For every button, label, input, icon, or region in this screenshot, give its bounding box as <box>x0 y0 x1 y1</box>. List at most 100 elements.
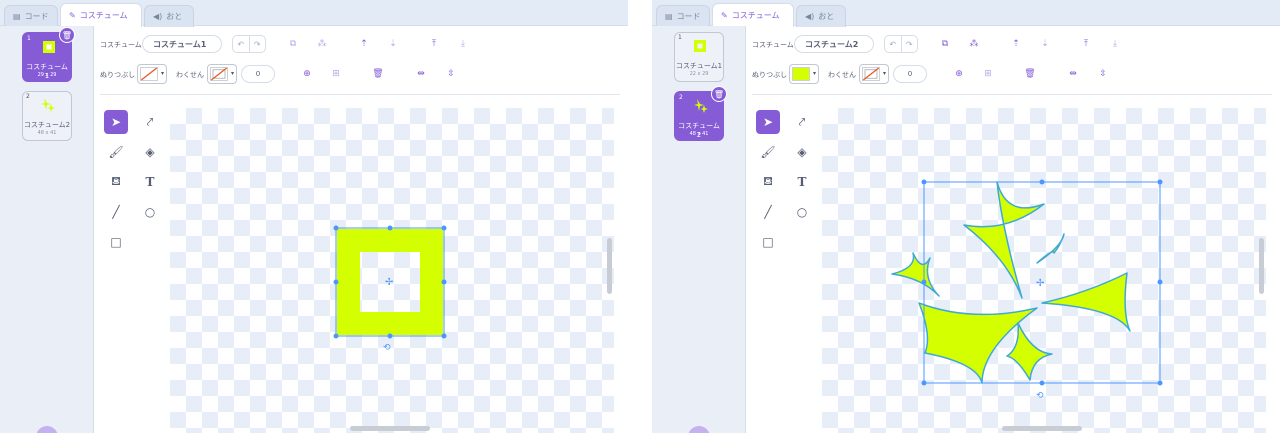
chevron-down-icon: ▾ <box>882 70 886 77</box>
undo-icon[interactable]: ↶ <box>885 36 902 52</box>
group-icon[interactable]: ⧉ <box>285 36 301 52</box>
costume-thumb-1[interactable]: 1 コスチューム1 22 x 29 <box>674 32 724 82</box>
tab-code[interactable]: ▤ コード <box>4 5 58 27</box>
choose-costume-button[interactable] <box>688 426 710 433</box>
costume-name-input[interactable]: コスチューム1 <box>142 35 222 53</box>
brush-tool[interactable]: 🖌 <box>104 140 128 164</box>
arrow-icon: ➤ <box>110 115 122 129</box>
circle-tool[interactable]: ○ <box>138 200 162 224</box>
delete-icon[interactable]: 🗑 <box>1022 66 1038 82</box>
vertical-scrollbar[interactable] <box>607 238 612 294</box>
copy-icon[interactable]: ⊕ <box>951 66 967 82</box>
outline-width-input[interactable]: 0 <box>241 65 275 83</box>
paste-icon[interactable]: ⊞ <box>980 66 996 82</box>
editor-panel-right: ▤ コード ✎ コスチューム ◀) おと 1 コスチューム1 22 x 29 2… <box>652 0 1280 433</box>
reshape-tool[interactable]: ⤤ <box>138 110 162 134</box>
paint-canvas[interactable]: ✢ ⟲ <box>822 108 1266 433</box>
forward-icon[interactable]: ⇡ <box>356 36 372 52</box>
costume-artwork: ✢ ⟲ <box>891 179 1163 401</box>
code-icon: ▤ <box>13 12 21 21</box>
vertical-scrollbar[interactable] <box>1259 238 1264 294</box>
bucket-icon: ⛾ <box>763 174 773 188</box>
fill-swatch <box>792 67 810 81</box>
horizontal-scrollbar[interactable] <box>350 426 430 431</box>
tab-costumes[interactable]: ✎ コスチューム <box>60 3 142 27</box>
select-tool[interactable]: ➤ <box>104 110 128 134</box>
outline-width-input[interactable]: 0 <box>893 65 927 83</box>
tab-sounds[interactable]: ◀) おと <box>796 5 846 27</box>
fill-tool[interactable]: ⛾ <box>756 170 780 194</box>
costume-name-label: コスチューム <box>100 41 142 49</box>
eraser-tool[interactable]: ◈ <box>790 140 814 164</box>
flip-horizontal-icon[interactable]: ⇹ <box>413 66 429 82</box>
sparkle-shapes <box>891 181 1131 384</box>
delete-costume-button[interactable]: 🗑 <box>59 27 75 43</box>
costume-name-label: コスチューム <box>752 41 794 49</box>
text-icon: T <box>797 175 807 189</box>
text-tool[interactable]: T <box>790 170 814 194</box>
fill-color-picker[interactable]: ▾ <box>137 64 167 84</box>
text-tool[interactable]: T <box>138 170 162 194</box>
fill-tool[interactable]: ⛾ <box>104 170 128 194</box>
fill-color-picker[interactable]: ▾ <box>789 64 819 84</box>
eraser-icon: ◈ <box>145 145 155 159</box>
tab-sounds[interactable]: ◀) おと <box>144 5 194 27</box>
sparkle-costume-thumbnail <box>694 99 708 113</box>
circle-tool[interactable]: ○ <box>790 200 814 224</box>
horizontal-scrollbar[interactable] <box>1002 426 1082 431</box>
costume-thumb-2[interactable]: 2 コスチューム2 48 x 41 <box>22 91 72 141</box>
costume-size: 48 x 41 <box>689 131 709 137</box>
group-icon[interactable]: ⧉ <box>937 36 953 52</box>
eraser-tool[interactable]: ◈ <box>138 140 162 164</box>
fill-label: ぬりつぶし <box>100 71 136 79</box>
flip-vertical-icon[interactable]: ⇳ <box>443 66 459 82</box>
costume-number: 1 <box>678 34 682 41</box>
arrow-icon: ➤ <box>762 115 774 129</box>
costume-number: 2 <box>26 93 30 100</box>
speaker-icon: ◀) <box>805 12 815 21</box>
tab-code[interactable]: ▤ コード <box>656 5 710 27</box>
redo-icon[interactable]: ↷ <box>902 36 918 52</box>
backward-icon[interactable]: ⇣ <box>1037 36 1053 52</box>
costume-name-input[interactable]: コスチューム2 <box>794 35 874 53</box>
costume-number: 1 <box>27 35 31 42</box>
backward-icon[interactable]: ⇣ <box>385 36 401 52</box>
back-icon[interactable]: ⤓ <box>1107 36 1123 52</box>
redo-icon[interactable]: ↷ <box>250 36 266 52</box>
code-icon: ▤ <box>665 12 673 21</box>
choose-costume-button[interactable] <box>36 426 58 433</box>
line-tool[interactable]: ╱ <box>104 200 128 224</box>
back-icon[interactable]: ⤓ <box>455 36 471 52</box>
flip-horizontal-icon[interactable]: ⇹ <box>1065 66 1081 82</box>
no-outline-swatch <box>862 67 880 81</box>
undo-icon[interactable]: ↶ <box>233 36 250 52</box>
tab-costumes[interactable]: ✎ コスチューム <box>712 3 794 27</box>
toolbar-divider <box>752 94 1272 95</box>
tab-costumes-label: コスチューム <box>731 11 780 20</box>
forward-icon[interactable]: ⇡ <box>1008 36 1024 52</box>
brush-tool[interactable]: 🖌 <box>756 140 780 164</box>
ungroup-icon[interactable]: ⁂ <box>966 36 982 52</box>
square-costume-thumbnail <box>694 40 706 52</box>
front-icon[interactable]: ⤒ <box>1078 36 1094 52</box>
tab-code-label: コード <box>24 12 49 21</box>
select-tool[interactable]: ➤ <box>756 110 780 134</box>
ungroup-icon[interactable]: ⁂ <box>314 36 330 52</box>
square-costume-thumbnail <box>43 41 55 53</box>
copy-icon[interactable]: ⊕ <box>299 66 315 82</box>
rectangle-tool[interactable]: □ <box>104 230 128 254</box>
front-icon[interactable]: ⤒ <box>426 36 442 52</box>
paste-icon[interactable]: ⊞ <box>328 66 344 82</box>
outline-color-picker[interactable]: ▾ <box>207 64 237 84</box>
outline-color-picker[interactable]: ▾ <box>859 64 889 84</box>
brush-icon: ✎ <box>721 11 728 20</box>
reshape-tool[interactable]: ⤤ <box>790 110 814 134</box>
line-tool[interactable]: ╱ <box>756 200 780 224</box>
costume-size: 29 x 29 <box>37 72 57 78</box>
delete-icon[interactable]: 🗑 <box>370 66 386 82</box>
paint-canvas[interactable]: ✢ ⟲ <box>170 108 614 433</box>
flip-vertical-icon[interactable]: ⇳ <box>1095 66 1111 82</box>
rectangle-tool[interactable]: □ <box>756 230 780 254</box>
delete-costume-button[interactable]: 🗑 <box>711 86 727 102</box>
fill-label: ぬりつぶし <box>752 71 788 79</box>
